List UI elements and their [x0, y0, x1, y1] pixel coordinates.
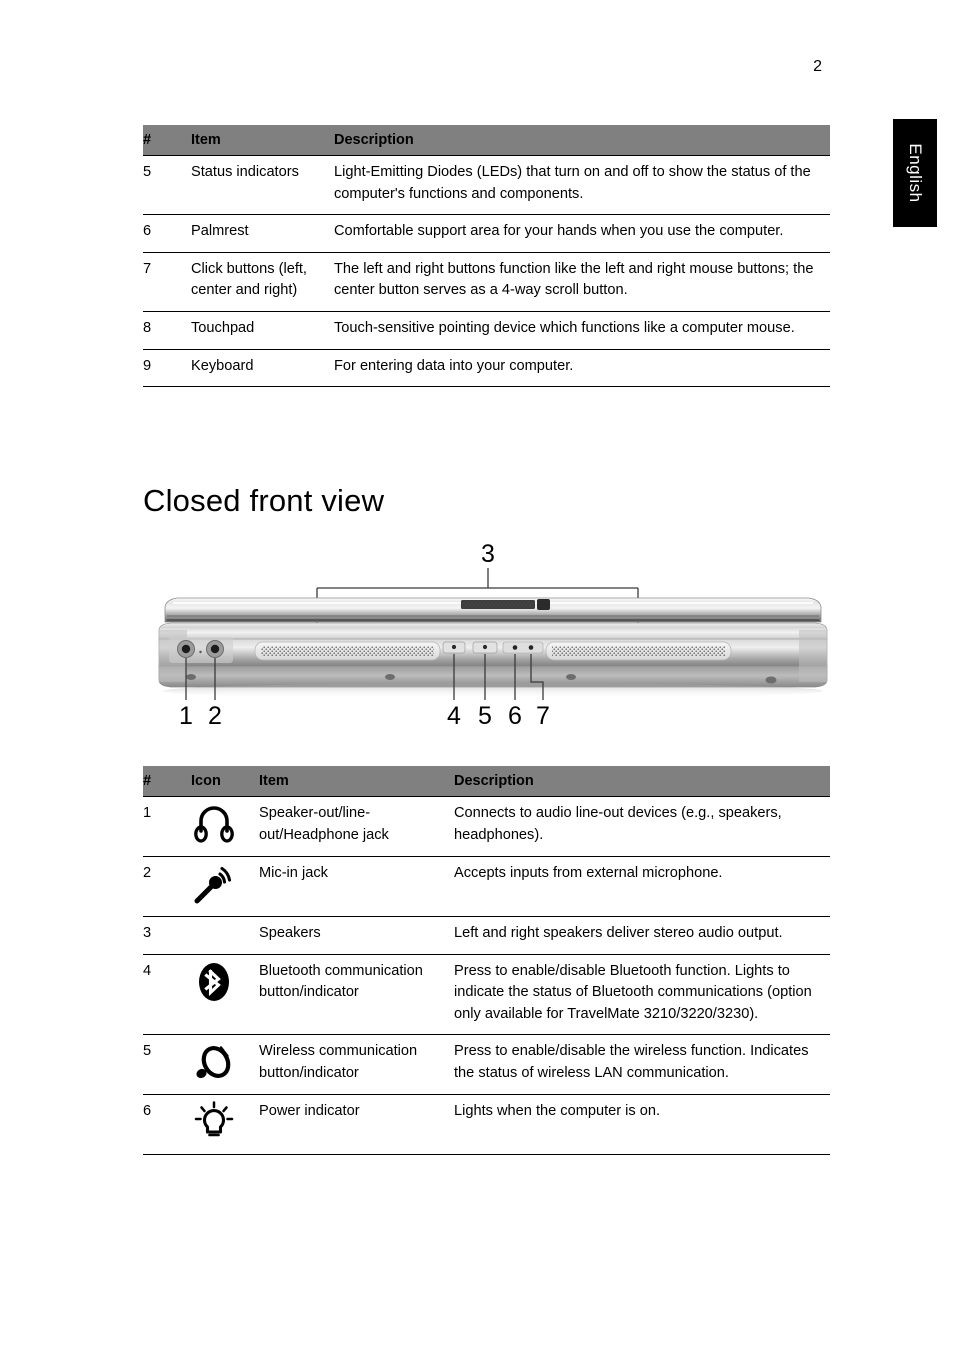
table-row: 5 Wireless communication button/indicato…	[143, 1034, 830, 1096]
speaker-grille-right	[545, 641, 732, 661]
language-tab-label: English	[906, 143, 925, 203]
cell-number: 6	[143, 214, 191, 253]
table-row: 6 Power indicator Lights when the comput…	[143, 1094, 830, 1156]
headphone-jack-icon	[191, 801, 237, 847]
audio-jacks	[169, 637, 233, 663]
cell-description: Connects to audio line-out devices (e.g.…	[454, 796, 830, 857]
table-row: 2 Mic-in jack Accepts inputs from extern…	[143, 856, 830, 917]
callout-label-1: 1	[179, 702, 193, 730]
table-row: 3 Speakers Left and right speakers deliv…	[143, 916, 830, 955]
cell-item: Wireless communication button/indicator	[259, 1034, 454, 1096]
table-row: 5 Status indicators Light-Emitting Diode…	[143, 155, 830, 216]
page-number: 2	[813, 58, 822, 75]
table-header-row: # Item Description	[143, 125, 830, 156]
cell-icon	[191, 1034, 259, 1096]
cell-item: Bluetooth communication button/indicator	[259, 953, 454, 1036]
cell-icon-empty	[191, 916, 259, 955]
column-header-item: Item	[191, 125, 334, 156]
cell-description: Light-Emitting Diodes (LEDs) that turn o…	[334, 155, 830, 216]
table-row: 8 Touchpad Touch-sensitive pointing devi…	[143, 310, 830, 350]
cell-item: Speaker-out/line-out/Headphone jack	[259, 796, 454, 857]
cell-icon	[191, 953, 259, 1036]
cell-description: Touch-sensitive pointing device which fu…	[334, 310, 830, 350]
cell-description: Accepts inputs from external microphone.	[454, 856, 830, 917]
language-tab: English	[893, 119, 937, 227]
table-header-row: # Icon Item Description	[143, 766, 830, 797]
cell-description: The left and right buttons function like…	[334, 251, 830, 312]
column-header-icon: Icon	[191, 766, 259, 797]
items-table-header: # Item Description	[143, 125, 830, 156]
cell-number: 6	[143, 1094, 191, 1156]
column-header-description: Description	[454, 766, 830, 797]
cell-icon	[191, 796, 259, 857]
table-row: 1 Speaker-out/line-out/Headphone jack Co…	[143, 796, 830, 857]
power-indicator-icon	[191, 1099, 237, 1145]
cell-description: Press to enable/disable the wireless fun…	[454, 1034, 830, 1096]
cell-number: 3	[143, 916, 191, 955]
cell-number: 5	[143, 155, 191, 216]
cell-description: Press to enable/disable Bluetooth functi…	[454, 953, 830, 1036]
cell-number: 1	[143, 796, 191, 857]
cell-item: Status indicators	[191, 155, 334, 216]
cell-item: Click buttons (left, center and right)	[191, 251, 334, 312]
cell-description: Comfortable support area for your hands …	[334, 214, 830, 253]
column-header-number: #	[143, 766, 191, 797]
table-row: 7 Click buttons (left, center and right)…	[143, 251, 830, 312]
callout-label-3: 3	[481, 540, 495, 568]
column-header-item: Item	[259, 766, 454, 797]
front-view-table-header: # Icon Item Description	[143, 766, 830, 797]
cell-item: Power indicator	[259, 1094, 454, 1156]
front-view-table: # Icon Item Description 1 Speaker-out/li…	[143, 766, 830, 1156]
cell-description: For entering data into your computer.	[334, 348, 830, 388]
table-row: 6 Palmrest Comfortable support area for …	[143, 214, 830, 253]
cell-item: Mic-in jack	[259, 856, 454, 917]
cell-number: 9	[143, 348, 191, 388]
callout-label-4: 4	[447, 702, 461, 730]
cell-icon	[191, 1094, 259, 1156]
callout-label-6: 6	[508, 702, 522, 730]
column-header-number: #	[143, 125, 191, 156]
cell-number: 4	[143, 953, 191, 1036]
closed-front-view-figure: 3 1 2 4 5 6 7	[143, 530, 843, 735]
callout-label-2: 2	[208, 702, 222, 730]
cell-item: Touchpad	[191, 310, 334, 350]
cell-number: 8	[143, 310, 191, 350]
front-buttons-indicators	[442, 641, 544, 654]
items-table-body: 5 Status indicators Light-Emitting Diode…	[143, 155, 830, 388]
figure-shadow	[163, 683, 823, 699]
cell-number: 5	[143, 1034, 191, 1096]
speaker-grille-left	[254, 641, 441, 661]
microphone-icon	[191, 861, 237, 907]
callout-label-5: 5	[478, 702, 492, 730]
cell-number: 2	[143, 856, 191, 917]
cell-description: Left and right speakers deliver stereo a…	[454, 916, 830, 955]
wireless-icon	[191, 1039, 237, 1085]
cell-item: Keyboard	[191, 348, 334, 388]
cell-icon	[191, 856, 259, 917]
front-view-table-body: 1 Speaker-out/line-out/Headphone jack Co…	[143, 796, 830, 1156]
callout-label-7: 7	[536, 702, 550, 730]
cell-description: Lights when the computer is on.	[454, 1094, 830, 1156]
column-header-description: Description	[334, 125, 830, 156]
page-title: Closed front view	[143, 483, 385, 518]
bluetooth-icon	[191, 959, 237, 1005]
table-row: 4 Bluetooth communication button/indicat…	[143, 953, 830, 1036]
table-row: 9 Keyboard For entering data into your c…	[143, 348, 830, 388]
cell-number: 7	[143, 251, 191, 312]
items-table: # Item Description 5 Status indicators L…	[143, 125, 830, 388]
cell-item: Palmrest	[191, 214, 334, 253]
cell-item: Speakers	[259, 916, 454, 955]
